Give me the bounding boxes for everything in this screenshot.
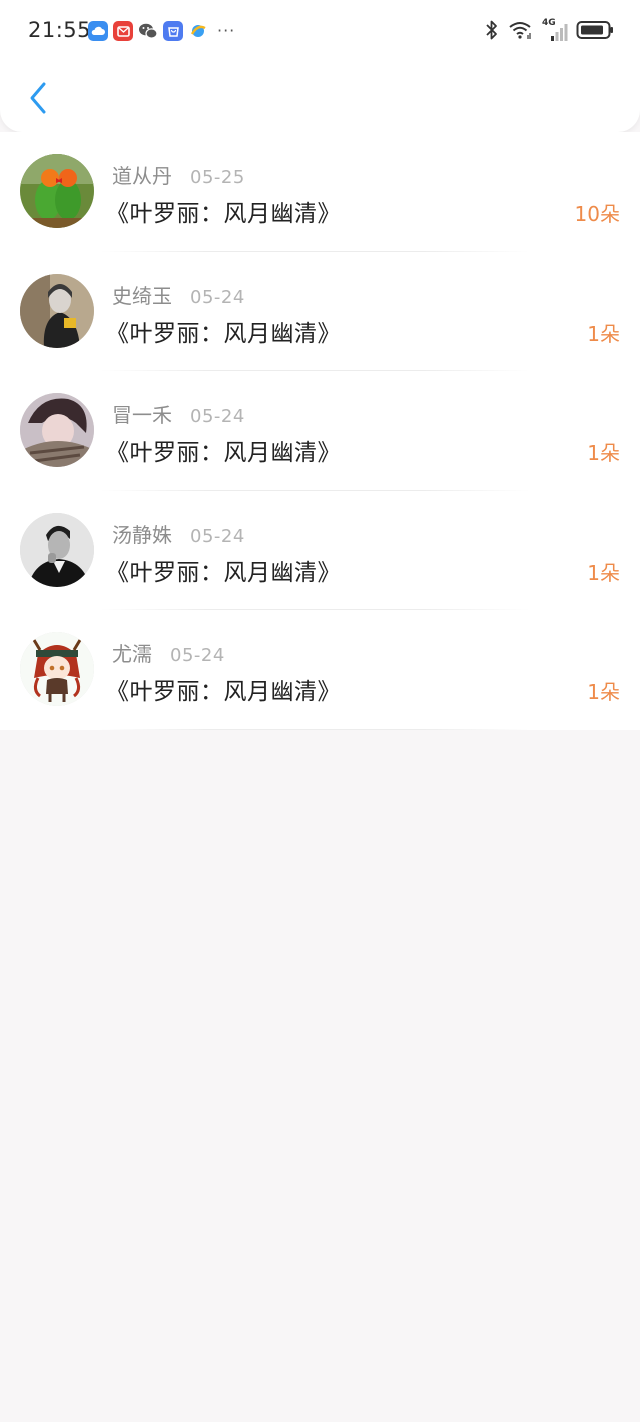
list-item[interactable]: 尤濡 05-24 《叶罗丽：风月幽清》 1朵 [0,610,640,730]
cloud-icon [88,21,108,41]
list-item[interactable]: 冒一禾 05-24 《叶罗丽：风月幽清》 1朵 [0,371,640,491]
back-chevron-icon [30,82,46,114]
send-date: 05-24 [190,286,245,308]
send-date: 05-24 [190,406,245,428]
book-title: 《叶罗丽：风月幽清》 [106,440,341,467]
user-name: 汤静姝 [112,522,172,547]
wechat-icon [138,21,158,41]
book-title: 《叶罗丽：风月幽清》 [106,320,341,347]
list-item[interactable]: 史绮玉 05-24 《叶罗丽：风月幽清》 1朵 [0,252,640,372]
bw-man-avatar[interactable] [20,512,94,587]
chibi-character-avatar[interactable] [20,632,94,707]
list-item[interactable]: 汤静姝 05-24 《叶罗丽：风月幽清》 1朵 [0,491,640,611]
header-card: 21:55 ··· 4G [0,0,640,132]
store-icon [163,21,183,41]
battery-icon [576,19,614,45]
book-title: 《叶罗丽：风月幽清》 [106,201,341,227]
user-name: 道从丹 [112,164,172,188]
book-title: 《叶罗丽：风月幽清》 [106,559,341,586]
user-name: 冒一禾 [112,403,172,428]
row-meta: 冒一禾 05-24 [112,399,245,428]
flower-count: 1朵 [587,680,620,705]
system-icons: 4G [484,18,614,45]
scarf-person-avatar[interactable] [20,393,94,468]
row-meta: 尤濡 05-24 [112,638,225,667]
browser-icon [188,21,208,41]
send-date: 05-25 [190,167,245,188]
notification-icons: ··· [88,21,235,41]
flower-count: 10朵 [574,202,620,226]
list-item[interactable]: 道从丹 05-25 《叶罗丽：风月幽清》 10朵 [0,132,640,252]
cellular-signal-icon: 4G [542,18,568,43]
status-time: 21:55 [28,18,92,42]
flower-count: 1朵 [587,441,620,466]
book-title: 《叶罗丽：风月幽清》 [106,679,341,706]
flower-count: 1朵 [587,560,620,585]
back-button[interactable] [18,76,58,120]
flower-count: 1朵 [587,321,620,346]
send-date: 05-24 [170,645,225,667]
divider [100,728,530,730]
row-meta: 道从丹 05-25 [112,160,245,189]
mail-icon [113,21,133,41]
more-notifications-icon: ··· [217,21,236,40]
user-name: 尤濡 [112,642,152,667]
parrots-avatar[interactable] [20,154,94,228]
bluetooth-icon [484,19,500,45]
status-bar: 21:55 ··· 4G [0,0,640,62]
send-date: 05-24 [190,525,245,547]
gift-record-list: 道从丹 05-25 《叶罗丽：风月幽清》 10朵 史绮玉 05-24 《叶罗丽：… [0,132,640,730]
row-meta: 汤静姝 05-24 [112,519,245,548]
row-meta: 史绮玉 05-24 [112,280,245,309]
screen: 21:55 ··· 4G 道从丹 05-25 《叶罗丽：风月幽清》 10朵 史绮… [0,0,640,1422]
wifi-icon [508,20,534,44]
hooded-person-avatar[interactable] [20,273,94,348]
user-name: 史绮玉 [112,283,172,308]
